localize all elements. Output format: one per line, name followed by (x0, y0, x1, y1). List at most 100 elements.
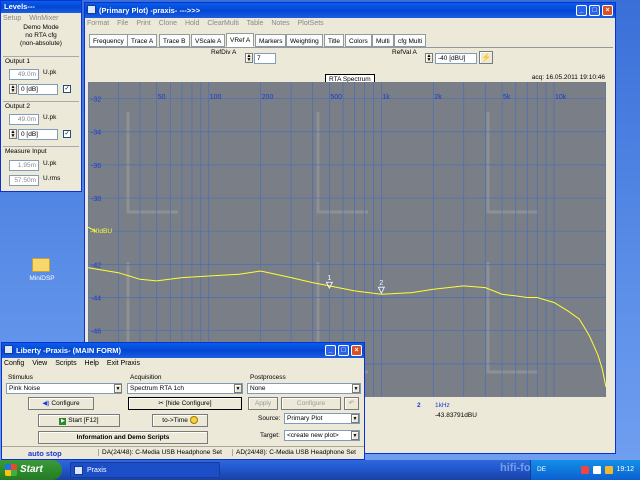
plot-titlebar[interactable]: (Primary Plot) -praxis- --->>> _ □ × (85, 3, 615, 18)
output2-gain-field[interactable]: 0 [dB] (18, 129, 58, 140)
measure-upk-unit: U.pk (43, 160, 57, 167)
tab-cfg-multi[interactable]: cfg Multi (394, 34, 427, 47)
menu-setup[interactable]: Setup (3, 15, 21, 22)
menu-hold[interactable]: Hold (185, 20, 199, 27)
postprocess-label: Postprocess (250, 374, 286, 381)
tab-vref-a[interactable]: VRef A (226, 33, 255, 47)
menu-winmixer[interactable]: WinMixer (29, 15, 58, 22)
measure-input-label: Measure Input (5, 148, 47, 155)
menu-help[interactable]: Help (85, 360, 99, 367)
maximize-button[interactable]: □ (589, 5, 600, 16)
levels-titlebar[interactable]: Levels--- (1, 1, 81, 13)
readout-marker-number: 2 (417, 402, 421, 409)
acquisition-dropdown[interactable]: ▼ (234, 384, 242, 393)
target-dropdown[interactable]: ▼ (351, 431, 359, 440)
tab-colors[interactable]: Colors (345, 34, 372, 47)
x-tick-label: 1k (382, 94, 390, 101)
readout-value: -43.83791dBU (435, 412, 477, 419)
tool-icon: ✂ (158, 400, 164, 407)
main-close-button[interactable]: × (351, 345, 362, 356)
start-label: Start [F12] (68, 417, 99, 424)
stimulus-dropdown[interactable]: ▼ (114, 384, 122, 393)
menu-exit[interactable]: Exit Praxis (107, 360, 140, 367)
refdiv-spin[interactable]: ▲ ▼ (245, 53, 253, 63)
start-button[interactable]: ▶ Start [F12] (38, 414, 120, 427)
da-status: DA(24/48): C-Media USB Headphone Set (98, 449, 222, 456)
tab-trace-a[interactable]: Trace A (127, 34, 158, 47)
stimulus-label: Stimulus (8, 374, 33, 381)
desktop-icon-label: MiniDSP (29, 275, 55, 282)
ad-status: AD(24/48): C-Media USB Headphone Set (232, 449, 356, 456)
tab-title[interactable]: Title (324, 34, 345, 47)
tray-icon-3[interactable] (605, 466, 613, 474)
tab-multi[interactable]: Multi (372, 34, 394, 47)
to-time-button[interactable]: to->Time (152, 414, 208, 427)
postprocess-dropdown[interactable]: ▼ (352, 384, 360, 393)
close-button[interactable]: × (602, 5, 613, 16)
tab-frequency[interactable]: Frequency (89, 34, 128, 47)
hide-configure-label: [hide Configure] (165, 400, 212, 407)
marker-label: 2 (379, 280, 383, 287)
output1-gain-field[interactable]: 0 [dB] (18, 84, 58, 95)
output2-checkbox[interactable]: ✓ (63, 130, 71, 138)
measure-upk-value: 1.95m (9, 160, 39, 171)
output1-spin[interactable]: ▲ ▼ (9, 84, 17, 94)
tab-trace-b[interactable]: Trace B (159, 34, 190, 47)
postprocess-configure-button[interactable]: Configure (281, 397, 341, 410)
mode-line-1: Demo Mode (23, 24, 59, 31)
menu-view[interactable]: View (32, 360, 47, 367)
info-demo-button[interactable]: Information and Demo Scripts (38, 431, 208, 444)
source-select[interactable]: Primary Plot (284, 413, 360, 424)
watermark-text: hifi-fo (500, 462, 531, 474)
refdiv-field[interactable]: 7 (254, 53, 276, 64)
undo-button[interactable]: ↶ (344, 397, 359, 410)
menu-clone[interactable]: Clone (159, 20, 177, 27)
menu-scripts[interactable]: Scripts (55, 360, 76, 367)
menu-plotsets[interactable]: PlotSets (298, 20, 324, 27)
output1-checkbox[interactable]: ✓ (63, 85, 71, 93)
target-select[interactable]: <create new plot> (284, 430, 360, 441)
tab-markers[interactable]: Markers (255, 34, 287, 47)
menu-config[interactable]: Config (4, 360, 24, 367)
main-form-title: Liberty -Praxis- (MAIN FORM) (16, 346, 122, 355)
postprocess-select[interactable]: None (247, 383, 361, 394)
menu-file[interactable]: File (117, 20, 128, 27)
pick-button[interactable]: ⚡ (479, 51, 493, 64)
hide-configure-button[interactable]: ✂ [hide Configure] (128, 397, 242, 410)
language-indicator[interactable]: DE (537, 460, 546, 480)
source-label: Source: (258, 415, 281, 422)
output2-spin[interactable]: ▲ ▼ (9, 129, 17, 139)
desktop-icon-minidsp[interactable]: MiniDSP (24, 258, 60, 292)
configure-button[interactable]: ◀) Configure (28, 397, 94, 410)
plot-menu: Format File Print Clone Hold ClearMulti … (85, 18, 615, 30)
apply-button[interactable]: Apply (248, 397, 278, 410)
minimize-button[interactable]: _ (576, 5, 587, 16)
measure-input-group: Measure Input 1.95m U.pk 57.50m U.rms (3, 146, 79, 190)
tray-icon-2[interactable] (593, 466, 601, 474)
x-tick-label: 100 (210, 94, 222, 101)
main-form-titlebar[interactable]: Liberty -Praxis- (MAIN FORM) _ □ × (2, 343, 364, 358)
menu-print[interactable]: Print (136, 20, 150, 27)
y-tick-label: -34 (91, 130, 101, 137)
refval-field[interactable]: -40 [dBU] (435, 53, 477, 64)
start-menu-button[interactable]: Start (0, 460, 62, 480)
menu-format[interactable]: Format (87, 20, 109, 27)
main-maximize-button[interactable]: □ (338, 345, 349, 356)
start-label: Start (20, 464, 43, 475)
praxis-icon (4, 345, 13, 354)
stimulus-select[interactable]: Pink Noise (6, 383, 122, 394)
menu-notes[interactable]: Notes (271, 20, 289, 27)
acquisition-select[interactable]: Spectrum RTA 1ch (127, 383, 243, 394)
refval-spin[interactable]: ▲ ▼ (425, 53, 433, 63)
source-dropdown[interactable]: ▼ (351, 414, 359, 423)
tab-vscale-a[interactable]: VScale A (191, 34, 226, 47)
main-minimize-button[interactable]: _ (325, 345, 336, 356)
tab-weighting[interactable]: Weighting (286, 34, 323, 47)
tray-icon-1[interactable] (581, 466, 589, 474)
output1-level: 49.0m (9, 69, 39, 80)
output2-label: Output 2 (5, 103, 30, 110)
menu-clearmulti[interactable]: ClearMulti (207, 20, 239, 27)
menu-table[interactable]: Table (247, 20, 264, 27)
taskbar-item-praxis[interactable]: Praxis (70, 462, 220, 478)
clock[interactable]: 19:12 (616, 460, 634, 480)
